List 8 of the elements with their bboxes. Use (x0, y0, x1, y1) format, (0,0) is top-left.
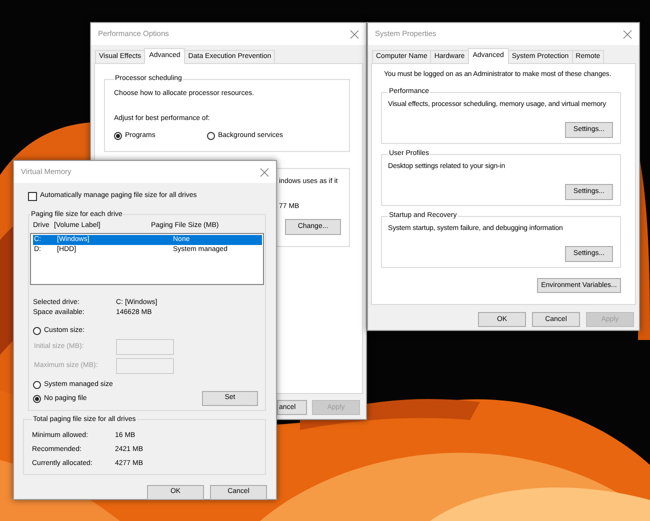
close-icon[interactable] (623, 30, 632, 38)
radio-button[interactable] (114, 132, 122, 140)
radio-button[interactable] (33, 380, 41, 388)
radio-button[interactable] (33, 394, 41, 402)
radio-button[interactable] (33, 326, 41, 334)
radio-button[interactable] (207, 132, 215, 140)
close-icon[interactable] (350, 30, 359, 38)
close-icon[interactable] (260, 168, 269, 176)
